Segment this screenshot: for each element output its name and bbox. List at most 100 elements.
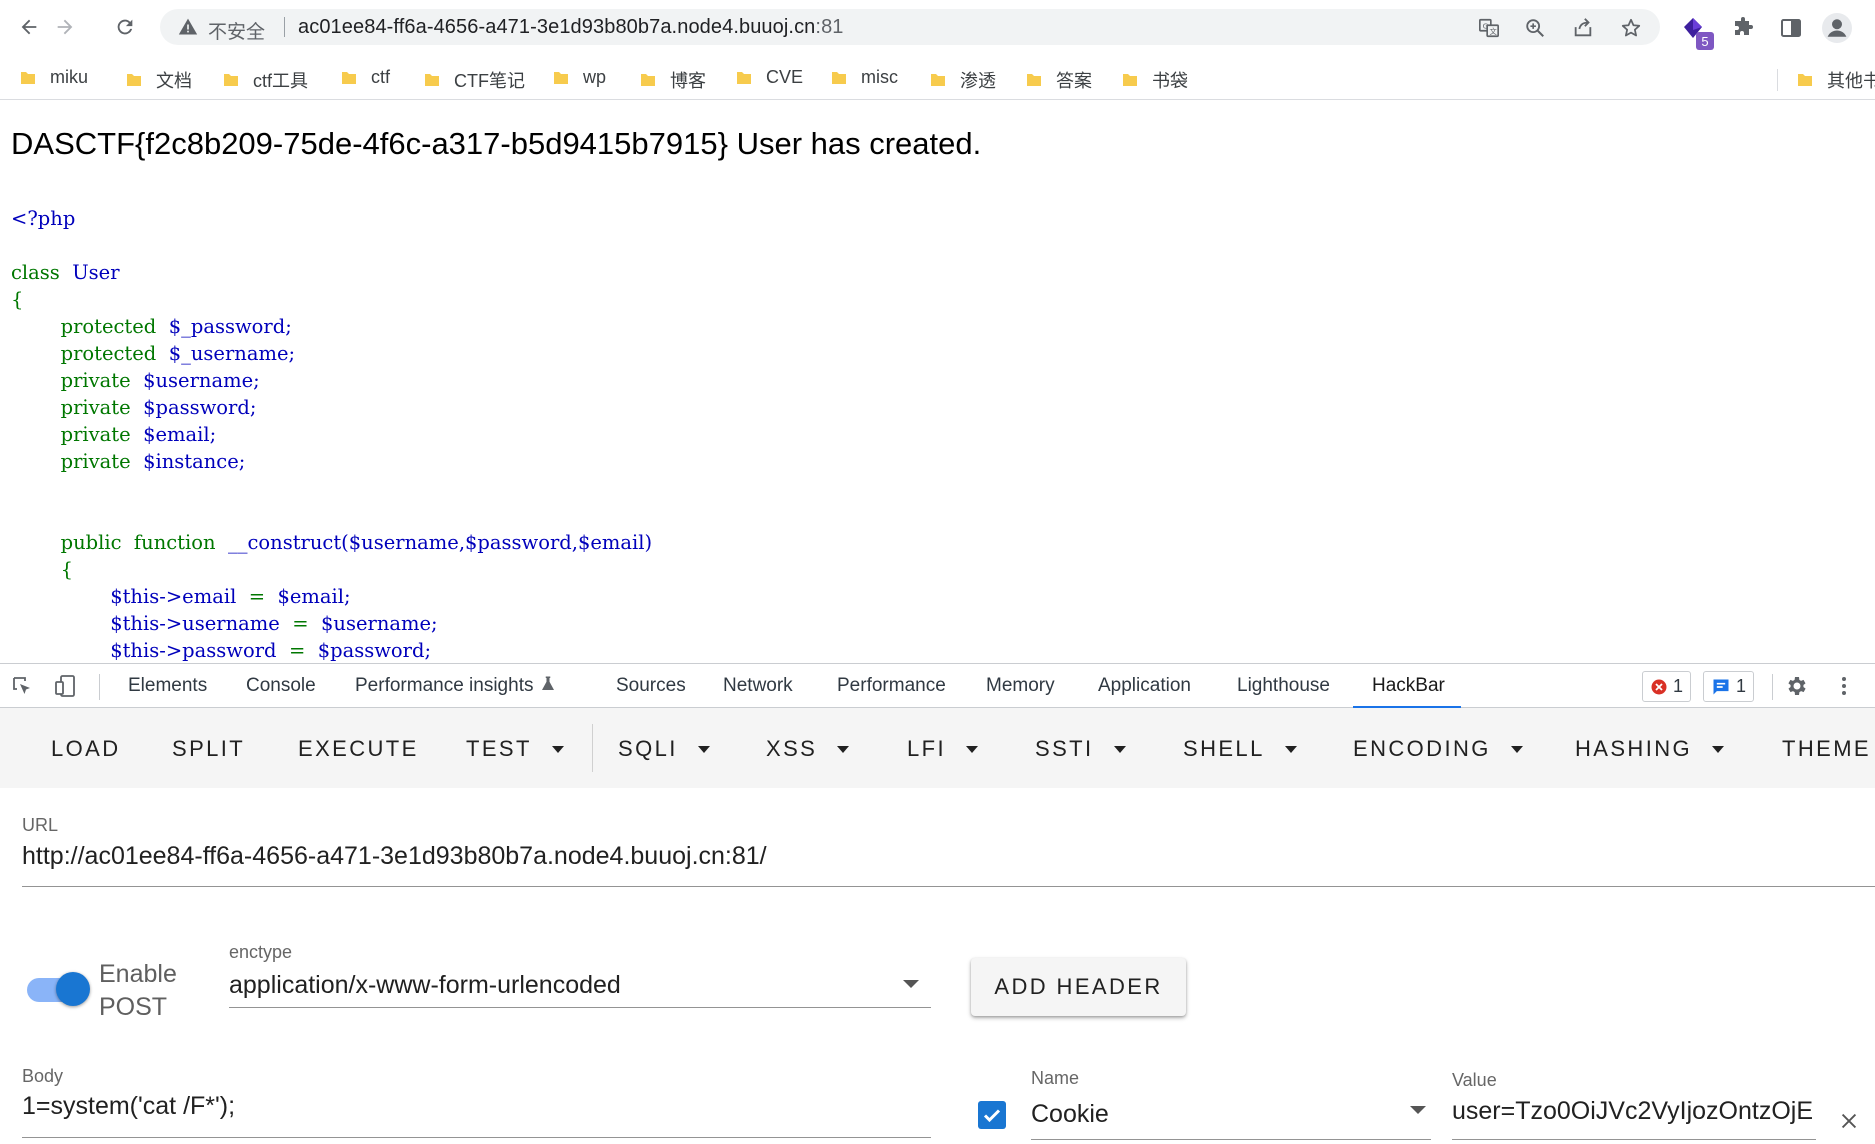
enctype-select[interactable]: application/x-www-form-urlencoded <box>229 971 869 1000</box>
bookmark-wp[interactable]: wp <box>553 67 606 88</box>
bookmark-bookbag[interactable]: 书袋 <box>1122 67 1188 93</box>
php-source: <?php class User { protected $_password;… <box>11 205 652 663</box>
bookmark-blog[interactable]: 博客 <box>640 67 706 93</box>
bookmark-other[interactable]: 其他书 <box>1797 67 1875 93</box>
share-icon[interactable] <box>1572 17 1594 39</box>
bookmark-ctf[interactable]: ctf <box>341 67 390 88</box>
inspect-element-icon[interactable] <box>10 674 34 698</box>
ssti-menu-button[interactable]: SSTI <box>1035 736 1126 762</box>
flask-icon <box>542 676 555 690</box>
settings-gear-icon[interactable] <box>1785 674 1809 698</box>
devtools-divider <box>1772 674 1773 700</box>
assign-value: $password; <box>317 639 432 662</box>
this-ref: $this-> <box>110 585 183 608</box>
xss-menu-button[interactable]: XSS <box>766 736 850 762</box>
translate-icon[interactable]: G文 <box>1478 17 1500 39</box>
url-input[interactable]: http://ac01ee84-ff6a-4656-a471-3e1d93b80… <box>22 842 1872 871</box>
svg-text:文: 文 <box>1490 27 1498 36</box>
bookmark-pentest[interactable]: 渗透 <box>930 67 996 93</box>
property-name: $_password; <box>168 315 292 338</box>
tab-memory[interactable]: Memory <box>986 675 1055 697</box>
this-ref: $this-> <box>110 639 183 662</box>
bookmark-miku[interactable]: miku <box>20 67 88 88</box>
bookmark-cve[interactable]: CVE <box>736 67 803 88</box>
property-modifier: protected <box>60 315 157 338</box>
tab-sources[interactable]: Sources <box>616 675 686 697</box>
body-underline <box>22 1137 931 1138</box>
zoom-icon[interactable] <box>1524 17 1546 39</box>
bookmarks-divider <box>1777 69 1778 91</box>
message-badge[interactable]: 1 <box>1703 671 1755 702</box>
theme-menu-button[interactable]: THEME <box>1782 736 1871 762</box>
folder-icon <box>342 71 356 84</box>
bookmark-ctf-tools[interactable]: ctf工具 <box>223 67 308 93</box>
star-icon[interactable] <box>1620 17 1642 39</box>
load-button[interactable]: LOAD <box>51 736 121 762</box>
address-bar[interactable]: 不安全 ac01ee84-ff6a-4656-a471-3e1d93b80b7a… <box>160 9 1660 45</box>
tab-performance-insights[interactable]: Performance insights <box>355 675 557 697</box>
header-enable-checkbox[interactable] <box>978 1101 1006 1129</box>
bookmark-label: 渗透 <box>960 71 996 91</box>
page-content: DASCTF{f2c8b209-75de-4f6c-a317-b5d9415b7… <box>0 101 1875 663</box>
tab-console[interactable]: Console <box>246 675 316 697</box>
caret-down-icon[interactable] <box>903 980 919 988</box>
arrow-left-icon <box>21 19 37 35</box>
header-name-label: Name <box>1031 1068 1080 1088</box>
warning-icon <box>178 18 198 35</box>
more-vertical-icon[interactable] <box>1832 674 1856 698</box>
url-text[interactable]: ac01ee84-ff6a-4656-a471-3e1d93b80b7a.nod… <box>298 16 844 39</box>
hashing-menu-button[interactable]: HASHING <box>1575 736 1725 762</box>
forward-button[interactable] <box>50 12 80 42</box>
caret-down-icon <box>1712 745 1725 753</box>
class-brace: { <box>11 288 24 311</box>
reload-button[interactable] <box>110 12 140 42</box>
caret-down-icon[interactable] <box>1410 1106 1426 1114</box>
lfi-menu-button[interactable]: LFI <box>907 736 978 762</box>
message-icon <box>1713 679 1729 694</box>
bookmark-label: 博客 <box>670 71 706 91</box>
body-input[interactable]: 1=system('cat /F*'); <box>22 1092 922 1121</box>
property-name: $instance; <box>143 450 246 473</box>
property-modifier: private <box>60 450 131 473</box>
tab-hackbar[interactable]: HackBar <box>1372 675 1445 697</box>
folder-icon <box>931 74 945 86</box>
button-label: SPLIT <box>172 736 246 761</box>
tab-network[interactable]: Network <box>723 675 793 697</box>
back-button[interactable] <box>14 12 44 42</box>
url-host: ac01ee84-ff6a-4656-a471-3e1d93b80b7a.nod… <box>298 16 816 38</box>
bookmark-answers[interactable]: 答案 <box>1026 67 1092 93</box>
puzzle-icon[interactable] <box>1731 16 1755 40</box>
add-header-button[interactable]: ADD HEADER <box>971 958 1186 1016</box>
bookmark-ctf-notes[interactable]: CTF笔记 <box>424 67 525 93</box>
encoding-menu-button[interactable]: ENCODING <box>1353 736 1523 762</box>
security-label[interactable]: 不安全 <box>208 17 265 44</box>
button-label: HASHING <box>1575 736 1693 761</box>
error-badge[interactable]: 1 <box>1642 671 1692 702</box>
tab-lighthouse[interactable]: Lighthouse <box>1237 675 1330 697</box>
tab-application[interactable]: Application <box>1098 675 1191 697</box>
enctype-underline <box>229 1007 931 1008</box>
profile-avatar[interactable] <box>1822 13 1852 43</box>
test-menu-button[interactable]: TEST <box>466 736 564 762</box>
tab-performance[interactable]: Performance <box>837 675 946 697</box>
button-label: SQLI <box>618 736 678 761</box>
message-count: 1 <box>1736 676 1747 696</box>
split-button[interactable]: SPLIT <box>172 736 245 762</box>
button-label: LOAD <box>51 736 121 761</box>
header-value-input[interactable]: user=Tzo0OiJVc2VyIjozOntzOjE <box>1452 1097 1816 1126</box>
bookmark-label: 文档 <box>156 71 192 91</box>
assign-prop: username <box>182 612 280 635</box>
function-args: ($username,$password,$email) <box>341 531 653 554</box>
folder-icon <box>1123 74 1137 86</box>
header-name-select[interactable]: Cookie <box>1031 1100 1331 1129</box>
device-toolbar-icon[interactable] <box>54 674 78 698</box>
side-panel-icon[interactable] <box>1779 16 1803 40</box>
shell-menu-button[interactable]: SHELL <box>1183 736 1297 762</box>
php-open-tag: <?php <box>11 207 76 230</box>
bookmark-docs[interactable]: 文档 <box>126 67 192 93</box>
bookmark-misc[interactable]: misc <box>831 67 898 88</box>
tab-elements[interactable]: Elements <box>128 675 207 697</box>
execute-button[interactable]: EXECUTE <box>298 736 419 762</box>
remove-header-icon[interactable] <box>1838 1110 1860 1132</box>
sqli-menu-button[interactable]: SQLI <box>618 736 710 762</box>
